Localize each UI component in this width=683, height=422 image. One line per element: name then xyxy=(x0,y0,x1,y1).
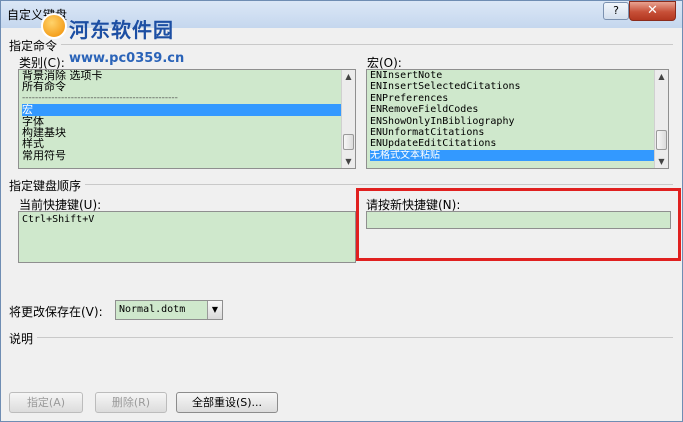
customize-keyboard-dialog: 自定义键盘 ? ✕ 河东软件园 www.pc0359.cn 指定命令 类别(C)… xyxy=(0,0,683,422)
save-in-value: Normal.dotm xyxy=(119,304,186,315)
scroll-up-icon[interactable]: ▲ xyxy=(342,70,355,83)
current-keys-list[interactable]: Ctrl+Shift+V xyxy=(18,211,356,263)
section-divider xyxy=(61,44,673,45)
scroll-up-icon[interactable]: ▲ xyxy=(655,70,668,83)
scroll-thumb[interactable] xyxy=(656,130,667,150)
command-section-heading: 指定命令 xyxy=(9,39,58,53)
categories-scrollbar[interactable]: ▲ ▼ xyxy=(341,70,355,168)
save-in-label: 将更改保存在(V): xyxy=(9,305,103,319)
list-item[interactable]: ENUpdateEditCitations xyxy=(370,138,654,149)
categories-listbox[interactable]: 背景消除 选项卡 所有命令 ----------------------------… xyxy=(18,69,356,169)
close-button[interactable]: ✕ xyxy=(629,1,676,21)
list-item[interactable]: 字体 xyxy=(22,116,341,127)
description-label: 说明 xyxy=(9,332,34,346)
scroll-down-icon[interactable]: ▼ xyxy=(342,155,355,168)
reset-all-button[interactable]: 全部重设(S)... xyxy=(176,392,278,413)
watermark-logo-icon xyxy=(41,13,67,39)
watermark-site-name: 河东软件园 xyxy=(69,18,174,42)
categories-list: 背景消除 选项卡 所有命令 ----------------------------… xyxy=(22,70,341,161)
scroll-thumb[interactable] xyxy=(343,134,354,150)
list-item[interactable]: ENPreferences xyxy=(370,93,654,104)
list-item[interactable]: 构建基块 xyxy=(22,127,341,138)
list-item[interactable]: 样式 xyxy=(22,138,341,149)
list-item[interactable]: ENRemoveFieldCodes xyxy=(370,104,654,115)
watermark-url: www.pc0359.cn xyxy=(69,51,185,66)
list-item[interactable]: 所有命令 xyxy=(22,81,341,92)
help-button[interactable]: ? xyxy=(603,2,629,20)
chevron-down-icon[interactable]: ▼ xyxy=(207,301,222,319)
list-item[interactable]: ENInsertSelectedCitations xyxy=(370,81,654,92)
list-divider: ----------------------------------------… xyxy=(22,92,178,103)
macros-list: ENInsertNote ENInsertSelectedCitations ENP… xyxy=(370,70,654,162)
assign-button[interactable]: 指定(A) xyxy=(9,392,83,413)
remove-button[interactable]: 删除(R) xyxy=(95,392,167,413)
list-item[interactable]: ENInsertNote xyxy=(370,70,654,81)
list-item[interactable]: 常用符号 xyxy=(22,150,341,161)
save-in-dropdown[interactable]: Normal.dotm ▼ xyxy=(115,300,223,320)
highlight-box xyxy=(356,188,681,261)
key-sequence-heading: 指定键盘顺序 xyxy=(9,179,82,193)
section-divider xyxy=(85,184,673,185)
list-item[interactable]: ENUnformatCitations xyxy=(370,127,654,138)
macros-listbox[interactable]: ENInsertNote ENInsertSelectedCitations ENP… xyxy=(366,69,669,169)
scroll-down-icon[interactable]: ▼ xyxy=(655,155,668,168)
macros-scrollbar[interactable]: ▲ ▼ xyxy=(654,70,668,168)
list-item[interactable]: 背景消除 选项卡 xyxy=(22,70,341,81)
section-divider xyxy=(37,337,673,338)
list-item[interactable]: 宏 xyxy=(22,104,341,116)
list-item[interactable]: 无格式文本粘贴 xyxy=(370,149,654,162)
list-item[interactable]: ENShowOnlyInBibliography xyxy=(370,116,654,127)
